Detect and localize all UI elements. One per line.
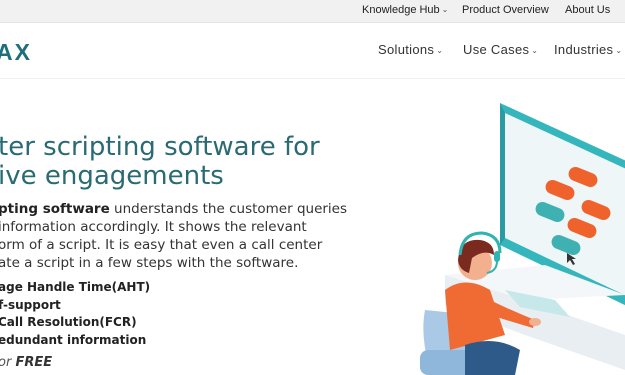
description-line-3: orm of a script. It is easy that even a … (0, 237, 323, 253)
chevron-down-icon: ⌄ (441, 5, 449, 14)
description-bold: pting software (0, 201, 110, 217)
benefits-list: age Handle Time(AHT) f-support Call Reso… (0, 279, 150, 349)
description-line-4: ate a script in a few steps with the sof… (0, 255, 299, 271)
hero-illustration (420, 103, 625, 375)
description-line-2: information accordingly. It shows the re… (0, 219, 307, 235)
cta-prefix: or (0, 355, 12, 370)
benefit-item: edundant information (0, 332, 147, 347)
nav-solutions[interactable]: Solutions ⌄ (378, 42, 443, 57)
nav-solutions-label: Solutions (378, 42, 435, 57)
chevron-down-icon: ⌄ (615, 46, 623, 55)
description-line-1-rest: understands the customer queries (109, 201, 348, 217)
chevron-down-icon: ⌄ (531, 46, 539, 55)
hero-description: pting software understands the customer … (0, 200, 347, 272)
hero-headline-line1: ter scripting software for (0, 132, 320, 162)
top-utility-bar: Knowledge Hub ⌄ Product Overview About Us (0, 0, 625, 23)
cta-free: FREE (15, 355, 53, 370)
free-trial-link[interactable]: or FREE (0, 355, 52, 370)
hero-headline: ter scripting software for ive engagemen… (0, 133, 320, 191)
main-header: AX Solutions ⌄ Use Cases ⌄ Industries ⌄ (0, 23, 625, 79)
logo[interactable]: AX (0, 39, 32, 66)
about-us-link[interactable]: About Us (565, 4, 610, 16)
chevron-down-icon: ⌄ (436, 46, 444, 55)
nav-industries[interactable]: Industries ⌄ (554, 42, 622, 57)
nav-industries-label: Industries (554, 42, 614, 57)
benefit-item: age Handle Time(AHT) (0, 280, 151, 294)
knowledge-hub-label: Knowledge Hub (362, 4, 440, 16)
hero-headline-line2: ive engagements (0, 161, 224, 191)
knowledge-hub-link[interactable]: Knowledge Hub ⌄ (362, 4, 448, 16)
nav-use-cases[interactable]: Use Cases ⌄ (463, 42, 538, 57)
benefit-item: f-support (0, 297, 61, 312)
product-overview-link[interactable]: Product Overview (462, 4, 549, 16)
description-line-1: pting software understands the customer … (0, 200, 347, 218)
nav-use-cases-label: Use Cases (463, 42, 530, 57)
benefit-item: Call Resolution(FCR) (0, 315, 137, 329)
